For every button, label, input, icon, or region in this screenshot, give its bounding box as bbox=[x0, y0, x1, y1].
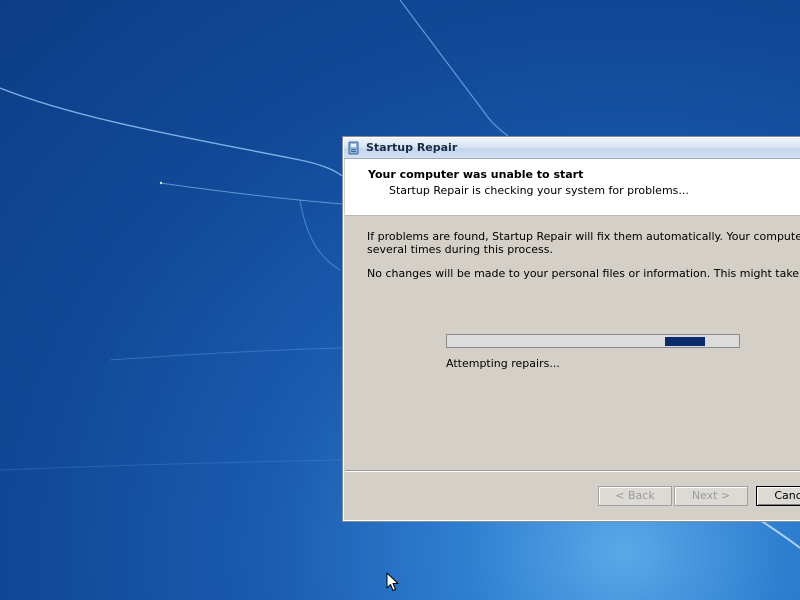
header-subtitle: Startup Repair is checking your system f… bbox=[389, 184, 689, 197]
header-title: Your computer was unable to start bbox=[368, 168, 584, 181]
mouse-pointer-icon bbox=[386, 572, 399, 591]
startup-repair-icon bbox=[348, 141, 359, 155]
startup-repair-dialog: Startup Repair Your computer was unable … bbox=[342, 136, 800, 522]
info-text-privacy: No changes will be made to your personal… bbox=[367, 267, 800, 280]
title-bar[interactable]: Startup Repair bbox=[344, 138, 800, 159]
progress-marquee-chunk bbox=[665, 337, 705, 346]
back-button[interactable]: < Back bbox=[598, 486, 672, 506]
progress-status: Attempting repairs... bbox=[446, 357, 560, 370]
next-button[interactable]: Next > bbox=[674, 486, 748, 506]
info-text-line-2: several times during this process. bbox=[367, 243, 553, 256]
window-title: Startup Repair bbox=[366, 141, 458, 154]
header-panel: Your computer was unable to start Startu… bbox=[345, 159, 800, 216]
button-separator bbox=[345, 470, 800, 472]
info-text-line-1: If problems are found, Startup Repair wi… bbox=[367, 230, 800, 243]
cancel-button[interactable]: Cancel bbox=[756, 486, 800, 506]
progress-bar bbox=[446, 334, 740, 348]
